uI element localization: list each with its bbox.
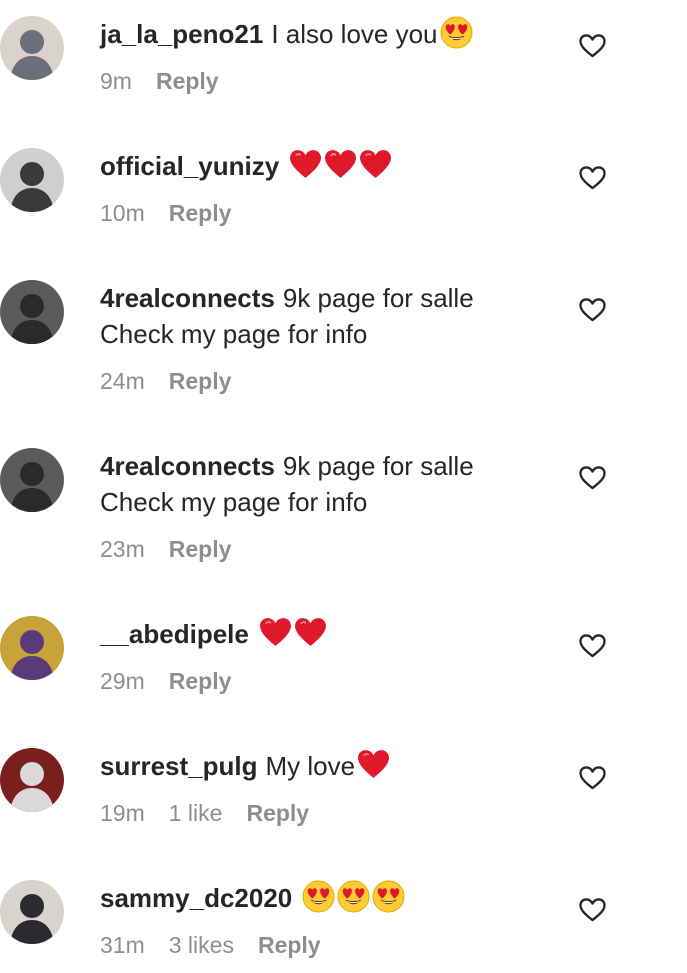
username-link[interactable]: surrest_pulg — [100, 751, 258, 781]
like-heart-icon[interactable] — [579, 634, 606, 658]
username-link[interactable]: __abedipele — [100, 619, 249, 649]
avatar[interactable] — [0, 616, 64, 680]
timestamp: 24m — [100, 368, 145, 394]
comment-meta: 9m Reply — [100, 68, 219, 95]
reply-button[interactable]: Reply — [246, 800, 309, 827]
comment-meta: 24m Reply — [100, 368, 231, 395]
comment-text: ja_la_peno21 I also love you — [100, 16, 550, 52]
red-heart-emoji — [324, 148, 357, 181]
comment-text: 4realconnects 9k page for salle Check my … — [100, 448, 550, 520]
heart-eyes-emoji — [372, 880, 405, 913]
like-count[interactable]: 3 likes — [169, 932, 234, 959]
timestamp: 19m — [100, 800, 145, 826]
timestamp: 29m — [100, 668, 145, 694]
red-heart-emoji — [294, 616, 327, 649]
comment-text: 4realconnects 9k page for salle Check my … — [100, 280, 550, 352]
username-link[interactable]: ja_la_peno21 — [100, 19, 263, 49]
username-link[interactable]: sammy_dc2020 — [100, 883, 292, 913]
reply-button[interactable]: Reply — [169, 536, 232, 563]
avatar[interactable] — [0, 880, 64, 944]
comment-text: sammy_dc2020 — [100, 880, 550, 916]
timestamp: 23m — [100, 536, 145, 562]
heart-eyes-emoji — [337, 880, 370, 913]
username-link[interactable]: 4realconnects — [100, 451, 275, 481]
comment-meta: 10m Reply — [100, 200, 231, 227]
username-link[interactable]: 4realconnects — [100, 283, 275, 313]
comment-body: My love — [265, 751, 356, 781]
avatar[interactable] — [0, 148, 64, 212]
comment-text: official_yunizy — [100, 148, 550, 184]
red-heart-emoji — [359, 148, 392, 181]
avatar[interactable] — [0, 280, 64, 344]
avatar[interactable] — [0, 16, 64, 80]
reply-button[interactable]: Reply — [169, 200, 232, 227]
comment-text: __abedipele — [100, 616, 550, 652]
heart-eyes-emoji — [302, 880, 335, 913]
like-heart-icon[interactable] — [579, 298, 606, 322]
comment-meta: 23m Reply — [100, 536, 231, 563]
comment-meta: 19m 1 like Reply — [100, 800, 309, 827]
avatar[interactable] — [0, 448, 64, 512]
red-heart-emoji — [357, 748, 390, 781]
timestamp: 9m — [100, 68, 132, 94]
avatar[interactable] — [0, 748, 64, 812]
comment-text: surrest_pulg My love — [100, 748, 550, 784]
reply-button[interactable]: Reply — [156, 68, 219, 95]
like-heart-icon[interactable] — [579, 34, 606, 58]
comment-meta: 31m 3 likes Reply — [100, 932, 321, 959]
timestamp: 10m — [100, 200, 145, 226]
red-heart-emoji — [289, 148, 322, 181]
like-heart-icon[interactable] — [579, 166, 606, 190]
like-heart-icon[interactable] — [579, 766, 606, 790]
reply-button[interactable]: Reply — [258, 932, 321, 959]
comment-body: I also love you — [271, 19, 438, 49]
comment-meta: 29m Reply — [100, 668, 231, 695]
reply-button[interactable]: Reply — [169, 668, 232, 695]
reply-button[interactable]: Reply — [169, 368, 232, 395]
like-count[interactable]: 1 like — [169, 800, 223, 827]
red-heart-emoji — [259, 616, 292, 649]
timestamp: 31m — [100, 932, 145, 958]
heart-eyes-emoji — [440, 16, 473, 49]
username-link[interactable]: official_yunizy — [100, 151, 279, 181]
like-heart-icon[interactable] — [579, 898, 606, 922]
like-heart-icon[interactable] — [579, 466, 606, 490]
